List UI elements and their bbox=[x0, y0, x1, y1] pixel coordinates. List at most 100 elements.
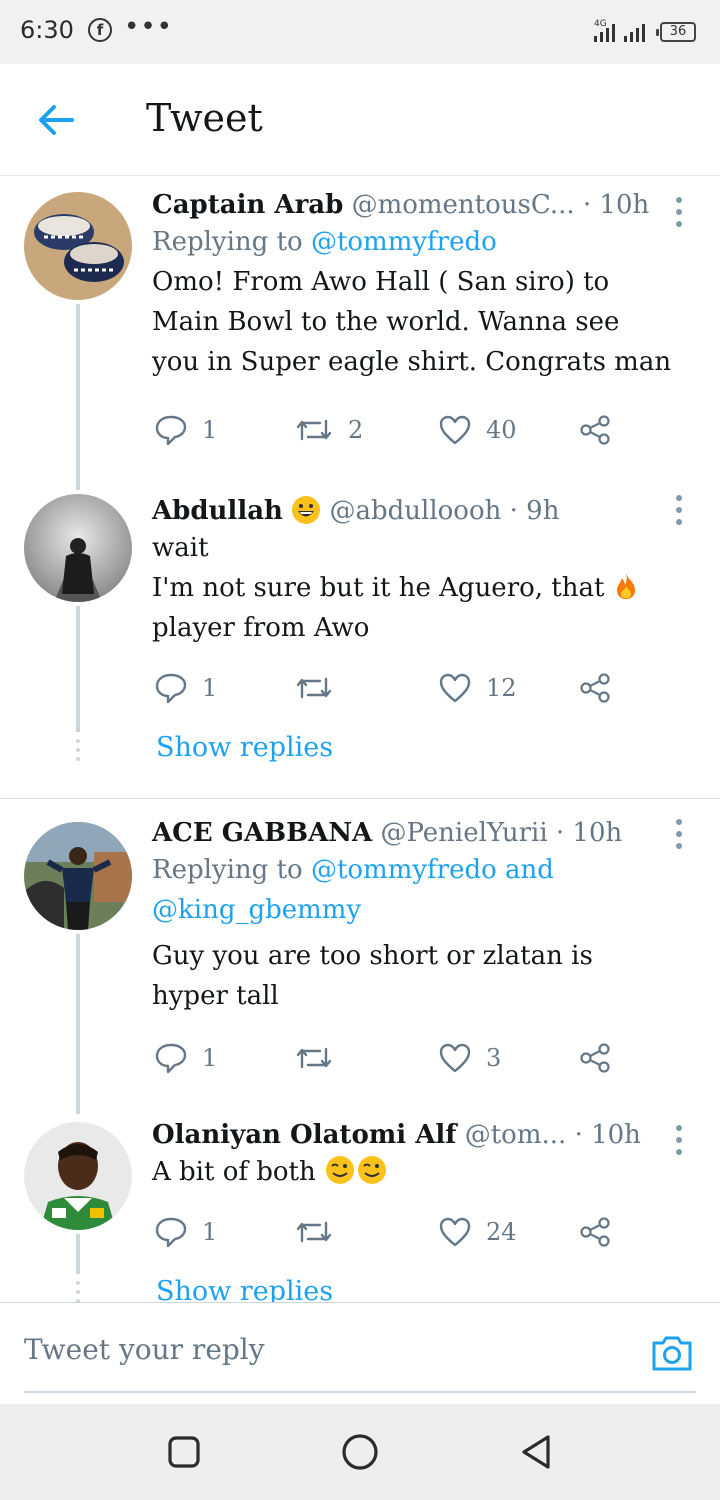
tweet-item[interactable]: ACE GABBANA @PenielYurii · 10h Replying … bbox=[0, 800, 720, 1114]
comment-icon bbox=[155, 673, 187, 704]
retweet-button[interactable] bbox=[294, 1038, 348, 1078]
reply-count: 1 bbox=[202, 416, 218, 444]
retweet-icon bbox=[296, 1047, 332, 1069]
reply-button[interactable]: 1 bbox=[154, 1038, 217, 1078]
replying-to-label: Replying to bbox=[152, 227, 303, 257]
author-handle[interactable]: @tom... bbox=[465, 1120, 567, 1150]
reply-count: 1 bbox=[202, 674, 218, 702]
tweet-text-line: I'm not sure but it he Aguero, that bbox=[152, 568, 700, 608]
svg-text:4G: 4G bbox=[594, 19, 607, 29]
fire-emoji-icon bbox=[613, 573, 639, 603]
reply-button[interactable]: 1 bbox=[154, 668, 217, 708]
more-options-icon[interactable] bbox=[664, 1120, 694, 1160]
share-icon bbox=[580, 415, 610, 445]
reply-handle-link[interactable]: @king_gbemmy bbox=[152, 895, 361, 925]
share-button[interactable] bbox=[578, 1212, 626, 1252]
tweet-text-line: you in Super eagle shirt. Congrats man bbox=[152, 347, 672, 377]
tweet-time: · 10h bbox=[582, 190, 650, 220]
tweet-text-line: hyper tall bbox=[152, 981, 279, 1011]
tweet-text-segment: I'm not sure but it he Aguero, that bbox=[152, 573, 605, 603]
tweet-text: wait I'm not sure but it he Aguero, that… bbox=[152, 528, 700, 648]
comment-icon bbox=[155, 1217, 187, 1248]
share-button[interactable] bbox=[578, 1038, 626, 1078]
reply-input[interactable]: Tweet your reply bbox=[24, 1333, 265, 1366]
retweet-icon bbox=[296, 677, 332, 699]
author-name[interactable]: Captain Arab bbox=[152, 190, 343, 220]
retweet-button[interactable]: 2 bbox=[294, 410, 363, 450]
more-options-icon[interactable] bbox=[664, 192, 694, 232]
retweet-button[interactable] bbox=[294, 668, 348, 708]
retweet-button[interactable] bbox=[294, 1212, 348, 1252]
tweet-item[interactable]: Olaniyan Olatomi Alf @tom... · 10h A bit… bbox=[0, 1110, 720, 1302]
heart-icon bbox=[439, 415, 471, 445]
thread-line bbox=[76, 304, 80, 490]
avatar[interactable] bbox=[24, 494, 132, 602]
reply-count: 1 bbox=[202, 1218, 218, 1246]
thread-line bbox=[76, 606, 80, 732]
top-app-bar: Tweet bbox=[0, 64, 720, 176]
author-handle[interactable]: @abdulloooh bbox=[329, 496, 501, 526]
tweet-text-line: Main Bowl to the world. Wanna see bbox=[152, 307, 620, 337]
avatar[interactable] bbox=[24, 1122, 132, 1230]
tweet-header: Abdullah @abdulloooh · 9h bbox=[152, 494, 700, 528]
home-icon[interactable] bbox=[340, 1432, 380, 1472]
reply-composer: Tweet your reply bbox=[0, 1302, 720, 1402]
like-button[interactable]: 40 bbox=[438, 410, 517, 450]
reply-button[interactable]: 1 bbox=[154, 1212, 217, 1252]
like-count: 24 bbox=[486, 1218, 517, 1246]
author-name[interactable]: Olaniyan Olatomi Alf bbox=[152, 1120, 456, 1150]
like-button[interactable]: 12 bbox=[438, 668, 517, 708]
heart-icon bbox=[439, 1217, 471, 1247]
tweet-text: Guy you are too short or zlatan is hyper… bbox=[152, 936, 700, 1016]
show-replies-link[interactable]: Show replies bbox=[156, 1276, 333, 1302]
replying-to: Replying to @tommyfredo bbox=[152, 222, 700, 262]
recent-apps-icon[interactable] bbox=[164, 1432, 204, 1472]
tweet-time: · 9h bbox=[509, 496, 560, 526]
retweet-count: 2 bbox=[348, 416, 364, 444]
tweet-header: Captain Arab @momentousC... · 10h bbox=[152, 188, 700, 222]
tweet-text: A bit of both bbox=[152, 1152, 700, 1192]
more-options-icon[interactable] bbox=[664, 814, 694, 854]
tweet-item[interactable]: Captain Arab @momentousC... · 10h Replyi… bbox=[0, 176, 720, 490]
avatar[interactable] bbox=[24, 192, 132, 300]
like-button[interactable]: 24 bbox=[438, 1212, 517, 1252]
like-button[interactable]: 3 bbox=[438, 1038, 501, 1078]
reply-button[interactable]: 1 bbox=[154, 410, 217, 450]
like-count: 3 bbox=[486, 1044, 502, 1072]
avatar[interactable] bbox=[24, 822, 132, 930]
back-arrow-icon[interactable] bbox=[30, 94, 82, 146]
reply-handle-link[interactable]: @tommyfredo and bbox=[311, 855, 554, 885]
comment-icon bbox=[155, 415, 187, 446]
author-name[interactable]: Abdullah bbox=[152, 496, 283, 526]
tweet-text-line: wait bbox=[152, 533, 209, 563]
tweet-item[interactable]: Abdullah @abdulloooh · 9h wait I'm not s… bbox=[0, 476, 720, 798]
more-options-icon[interactable] bbox=[664, 490, 694, 530]
reply-input-underline bbox=[24, 1391, 696, 1393]
grinning-emoji-icon bbox=[291, 496, 329, 526]
author-handle[interactable]: @momentousC... bbox=[352, 190, 575, 220]
tweet-time: · 10h bbox=[574, 1120, 641, 1150]
like-count: 12 bbox=[486, 674, 517, 702]
conversation-divider bbox=[0, 798, 720, 799]
share-button[interactable] bbox=[578, 410, 626, 450]
thread-line bbox=[76, 1234, 80, 1274]
show-replies-link[interactable]: Show replies bbox=[156, 732, 333, 763]
replying-to: Replying to @tommyfredo and bbox=[152, 850, 700, 890]
status-bar: 6:30 f ••• 4G 36 bbox=[0, 0, 720, 64]
tweet-text-line: Omo! From Awo Hall ( San siro) to bbox=[152, 267, 610, 297]
reply-handle-link[interactable]: @tommyfredo bbox=[311, 227, 497, 257]
comment-icon bbox=[155, 1043, 187, 1074]
more-notifications-icon: ••• bbox=[124, 12, 174, 42]
share-icon bbox=[580, 673, 610, 703]
share-button[interactable] bbox=[578, 668, 626, 708]
heart-icon bbox=[439, 673, 471, 703]
author-name[interactable]: ACE GABBANA bbox=[152, 818, 372, 848]
replying-to: @king_gbemmy bbox=[152, 890, 700, 930]
battery-icon: 36 bbox=[656, 22, 696, 42]
camera-icon[interactable] bbox=[650, 1333, 694, 1373]
author-handle[interactable]: @PenielYurii bbox=[380, 818, 547, 848]
tweet-text-line: Guy you are too short or zlatan is bbox=[152, 941, 593, 971]
status-time: 6:30 bbox=[20, 16, 74, 44]
tweet-time: · 10h bbox=[555, 818, 623, 848]
back-triangle-icon[interactable] bbox=[516, 1432, 556, 1472]
